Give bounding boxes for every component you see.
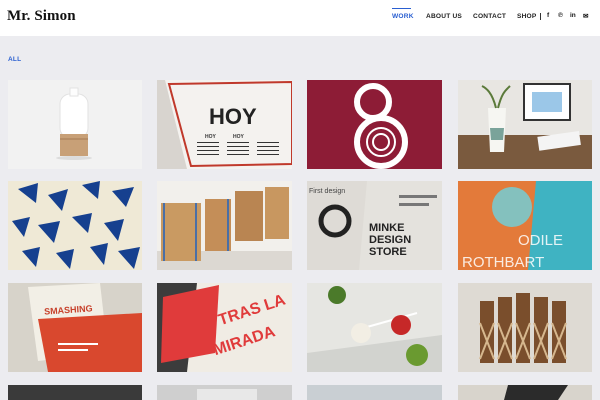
nav-separator [540, 13, 541, 20]
tile-wood-blocks[interactable] [157, 181, 292, 270]
tile-partial-1[interactable] [8, 385, 142, 400]
hoy-title: HOY [209, 104, 257, 129]
nav-about-us[interactable]: ABOUT US [426, 13, 462, 20]
nav-work[interactable]: WORK [392, 13, 414, 20]
site-header: Mr. Simon WORK ABOUT US CONTACT SHOP f ℗… [0, 0, 600, 36]
tile-vase-desk[interactable] [458, 80, 592, 169]
nav-contact[interactable]: CONTACT [473, 13, 506, 20]
tile-ampersand-logo[interactable] [307, 80, 442, 169]
tile-ceramic-bottle[interactable] [8, 80, 142, 169]
linkedin-icon[interactable]: in [570, 12, 576, 19]
minke-first-design: First design [309, 188, 345, 195]
tile-tras-la-mirada[interactable]: TRAS LA MIRADA [157, 283, 292, 372]
site-logo[interactable]: Mr. Simon [7, 8, 76, 25]
design-text: DESIGN [369, 234, 411, 246]
svg-text:HOY: HOY [205, 134, 217, 140]
tile-smashing-book[interactable]: SMASHING [8, 283, 142, 372]
tile-wood-chairs[interactable] [458, 283, 592, 372]
store-text: STORE [369, 246, 407, 258]
nav-shop[interactable]: SHOP [517, 13, 537, 20]
tile-partial-2[interactable] [157, 385, 292, 400]
tile-partial-4[interactable] [458, 385, 592, 400]
pinterest-icon[interactable]: ℗ [558, 12, 563, 19]
rothbart-text: ROTHBART [462, 254, 544, 270]
mail-icon[interactable]: ✉ [583, 12, 588, 20]
facebook-icon[interactable]: f [547, 12, 549, 19]
filter-all[interactable]: ALL [8, 56, 21, 63]
tile-partial-3[interactable] [307, 385, 442, 400]
odile-text: ODILE [518, 232, 563, 249]
nav-active-indicator [392, 8, 411, 9]
tile-blue-cards[interactable] [8, 181, 142, 270]
tile-lollipops[interactable] [307, 283, 442, 372]
svg-text:HOY: HOY [233, 134, 245, 140]
minke-text: MINKE [369, 222, 404, 234]
tile-minke-design[interactable]: First design MINKE DESIGN STORE [307, 181, 442, 270]
tile-odile-rothbart[interactable]: ODILE ROTHBART [458, 181, 592, 270]
tile-hoy-calendar[interactable]: HOY HOY HOY [157, 80, 292, 169]
